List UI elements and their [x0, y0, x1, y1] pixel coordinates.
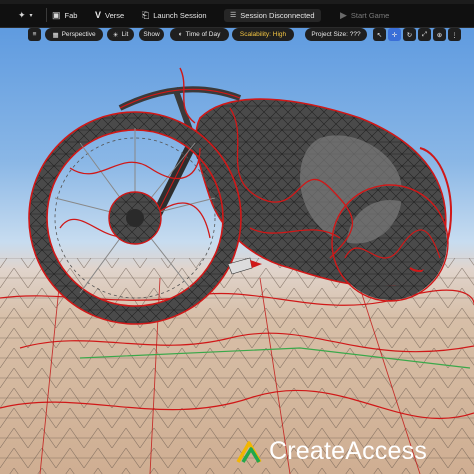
launch-session-label: Launch Session	[153, 10, 207, 20]
fab-button[interactable]: ▣ Fab	[52, 4, 77, 26]
launch-session-icon: ⎗	[142, 9, 150, 20]
lit-label: Lit	[121, 31, 129, 38]
chevron-down-icon: ▾	[29, 12, 33, 19]
createaccess-logo: CreateAccess	[236, 437, 427, 466]
fab-icon: ▣	[52, 9, 61, 20]
world-icon: ⊕	[436, 31, 443, 39]
viewport-menu-button[interactable]: ≡	[28, 28, 41, 41]
menu-icon: ≡	[32, 31, 37, 38]
verse-button[interactable]: V Verse	[95, 4, 124, 26]
play-icon: ▶	[340, 9, 347, 20]
move-tool-button[interactable]: ✛	[388, 28, 401, 41]
show-button[interactable]: Show	[139, 28, 164, 41]
launch-session-button[interactable]: ⎗ Launch Session	[142, 4, 207, 26]
divider	[46, 8, 47, 22]
perspective-button[interactable]: ▦ Perspective	[45, 28, 103, 41]
time-of-day-label: Time of Day	[185, 31, 221, 38]
createaccess-logo-icon	[236, 440, 262, 463]
verse-label: Verse	[105, 10, 125, 20]
rotate-tool-button[interactable]: ↻	[403, 28, 416, 41]
session-icon: ☰	[230, 12, 237, 19]
createaccess-logo-text: CreateAccess	[269, 437, 428, 465]
lit-icon: ☀	[112, 31, 119, 39]
viewport-scene	[0, 67, 474, 474]
add-content-icon: ✦	[18, 9, 26, 20]
scale-tool-button[interactable]: ⤢	[418, 28, 431, 41]
scalability-label: Scalability: High	[239, 31, 287, 38]
select-icon: ↖	[376, 31, 383, 39]
start-game-label: Start Game	[350, 10, 390, 20]
select-tool-button[interactable]: ↖	[373, 28, 386, 41]
world-space-button[interactable]: ⊕	[433, 28, 446, 41]
scale-icon: ⤢	[421, 30, 428, 38]
scalability-button[interactable]: Scalability: High	[232, 28, 294, 41]
start-game-button[interactable]: ▶ Start Game	[340, 4, 389, 26]
perspective-label: Perspective	[61, 31, 96, 38]
add-content-button[interactable]: ✦ ▾	[18, 4, 33, 26]
project-size-button[interactable]: Project Size: ???	[305, 28, 367, 41]
project-size-label: Project Size: ???	[311, 31, 361, 38]
perspective-icon: ▦	[52, 31, 59, 39]
time-of-day-button[interactable]: ◐ Time of Day	[170, 28, 229, 41]
editor-toolbar: ✦ ▾ ▣ Fab V Verse ⎗ Launch Session ☰ Ses…	[0, 0, 474, 28]
session-status-label: Session Disconnected	[240, 10, 315, 20]
time-icon: ◐	[178, 31, 183, 38]
move-icon: ✛	[391, 31, 398, 39]
session-status[interactable]: ☰ Session Disconnected	[224, 4, 321, 26]
snap-icon: ⋮	[451, 31, 458, 39]
lit-button[interactable]: ☀ Lit	[107, 28, 134, 41]
rotate-icon: ↻	[406, 31, 413, 39]
level-viewport[interactable]: ≡ ▦ Perspective ☀ Lit Show ◐ Time of Day…	[0, 28, 474, 474]
verse-icon: V	[95, 10, 102, 20]
snap-button[interactable]: ⋮	[448, 28, 461, 41]
fab-label: Fab	[64, 10, 78, 20]
show-label: Show	[143, 31, 160, 38]
